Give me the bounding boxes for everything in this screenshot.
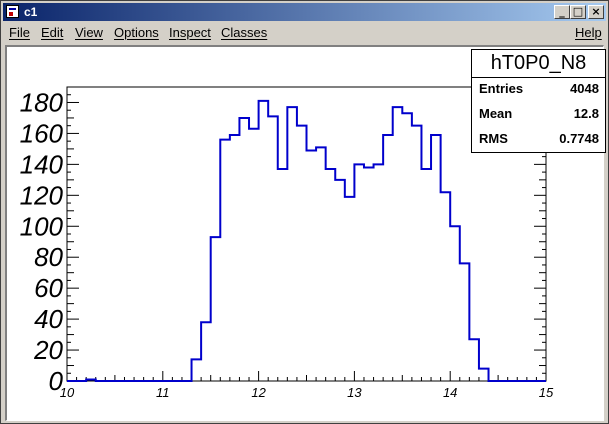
y-tick-label: 20 (33, 335, 63, 365)
x-tick-label: 15 (539, 385, 554, 400)
stats-row-entries: Entries 4048 (479, 79, 599, 99)
histogram-bin (297, 126, 307, 381)
histogram-bin (335, 180, 345, 381)
stats-box[interactable]: hT0P0_N8 Entries 4048 Mean 12.8 RMS 0.77… (471, 49, 606, 153)
stats-label-rms: RMS (479, 131, 508, 146)
y-tick-label: 60 (34, 273, 63, 303)
histogram-bin (211, 237, 221, 381)
histogram-bin (201, 322, 211, 381)
y-tick-label: 140 (20, 149, 64, 179)
histogram-bin (220, 140, 230, 381)
histogram-bin (402, 113, 412, 381)
menu-bar: File Edit View Options Inspect Classes H… (3, 23, 606, 43)
histogram-bin (469, 339, 479, 381)
histogram-bin (287, 107, 297, 381)
stats-value-rms: 0.7748 (559, 131, 599, 146)
maximize-button[interactable]: □ (570, 5, 586, 19)
histogram-bin (450, 226, 460, 381)
menu-view[interactable]: View (75, 25, 103, 41)
menu-options[interactable]: Options (114, 25, 159, 41)
histogram-bin (364, 167, 374, 381)
root-window: c1 _ □ × File Edit View Options Inspect … (0, 0, 609, 424)
menu-classes[interactable]: Classes (221, 25, 267, 41)
y-tick-label: 80 (34, 242, 63, 272)
stats-label-entries: Entries (479, 81, 524, 96)
histogram-bin (268, 116, 278, 381)
y-tick-label: 0 (49, 366, 64, 396)
x-tick-label: 14 (443, 385, 457, 400)
histogram-bin (441, 192, 451, 381)
x-tick-label: 13 (347, 385, 362, 400)
histogram-bin (230, 135, 240, 381)
histogram-bin (374, 164, 384, 381)
x-tick-label: 12 (251, 385, 266, 400)
minimize-button[interactable]: _ (554, 5, 570, 19)
stats-value-mean: 12.8 (573, 106, 599, 121)
y-tick-label: 120 (20, 180, 64, 210)
y-tick-label: 40 (34, 304, 63, 334)
stats-row-rms: RMS 0.7748 (479, 129, 599, 149)
close-button[interactable]: × (588, 5, 604, 19)
histogram-bin (259, 101, 269, 381)
histogram-bin (249, 129, 259, 381)
stats-title: hT0P0_N8 (472, 50, 605, 78)
menu-inspect[interactable]: Inspect (169, 25, 211, 41)
histogram-bin (307, 150, 317, 381)
histogram-bin (383, 135, 393, 381)
histogram-bin (192, 359, 202, 381)
title-bar[interactable]: c1 _ □ × (3, 3, 606, 21)
app-icon[interactable] (6, 5, 19, 18)
histogram-bin (326, 169, 336, 381)
y-tick-label: 100 (20, 211, 64, 241)
window-title: c1 (24, 5, 38, 19)
histogram-bin (86, 379, 96, 381)
histogram-bin (412, 126, 422, 381)
y-tick-label: 160 (20, 118, 64, 148)
stats-row-mean: Mean 12.8 (479, 104, 599, 124)
histogram-bin (393, 107, 403, 381)
y-tick-label: 180 (20, 87, 64, 117)
menu-edit[interactable]: Edit (41, 25, 63, 41)
x-tick-label: 11 (156, 385, 170, 400)
histogram-bin (278, 169, 288, 381)
histogram-bin (479, 369, 489, 381)
histogram-bin (345, 197, 355, 381)
stats-label-mean: Mean (479, 106, 513, 121)
histogram-bin (354, 164, 364, 381)
histogram-bin (431, 135, 441, 381)
menu-help[interactable]: Help (575, 25, 602, 41)
menu-file[interactable]: File (9, 25, 30, 41)
histogram-bin (316, 147, 326, 381)
histogram-bin (421, 169, 431, 381)
histogram-bin (460, 263, 470, 381)
histogram-bin (239, 118, 249, 381)
stats-value-entries: 4048 (570, 81, 599, 96)
